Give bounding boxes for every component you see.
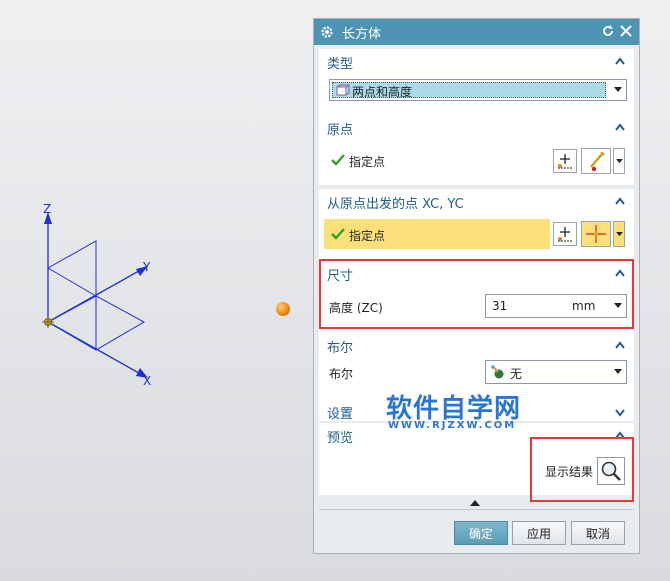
boolean-dropdown[interactable]: 无 [485,360,627,384]
section-title: 类型 [327,56,354,72]
axis-label-y: Y [142,260,151,274]
block-type-icon [336,84,350,96]
chevron-down-icon [614,87,622,92]
point-dialog-button[interactable] [553,222,577,246]
chevron-down-icon [616,159,623,164]
settings-gear-icon[interactable] [320,25,334,39]
dialog-titlebar[interactable]: 长方体 [314,19,639,45]
section-title: 原点 [327,122,354,138]
boolean-value: 无 [510,367,523,381]
point-dialog-button[interactable] [553,149,577,173]
point-type-dropdown[interactable] [613,221,625,247]
section-title: 预览 [327,430,354,446]
boolean-section-header[interactable]: 布尔 [319,333,634,359]
ok-button[interactable]: 确定 [454,521,508,545]
type-dropdown[interactable]: 两点和高度 [329,79,627,101]
collapse-chevron-icon[interactable] [614,122,626,134]
axis-label-x: X [143,374,151,388]
from-origin-point-label: 指定点 [349,229,386,243]
chevron-down-icon [616,232,623,237]
point-marker[interactable] [276,302,290,316]
watermark-url: WWW.RJZXW.COM [388,420,517,431]
axis-label-z: Z [43,202,51,216]
origin-section-header[interactable]: 原点 [319,115,634,141]
close-icon[interactable] [619,24,633,38]
annotation-box-dimension [319,259,634,329]
cancel-button[interactable]: 取消 [571,521,625,545]
collapse-chevron-icon[interactable] [614,340,626,352]
section-title: 从原点出发的点 XC, YC [327,196,464,212]
type-section-header[interactable]: 类型 [319,49,634,75]
collapse-dialog-icon[interactable] [470,500,480,507]
collapse-chevron-icon[interactable] [614,56,626,68]
snap-wand-icon [590,151,605,172]
annotation-box-show-result [530,437,634,502]
expand-chevron-icon[interactable] [614,406,626,418]
divider [319,509,634,510]
type-section: 类型 两点和高度 [319,49,634,125]
checkmark-icon [331,154,345,166]
crosshair-point-icon [586,225,606,243]
collapse-chevron-icon[interactable] [614,196,626,208]
chevron-down-icon [614,369,622,374]
apply-button[interactable]: 应用 [512,521,566,545]
graphics-viewport[interactable]: Z Y X [0,0,310,581]
point-dialog-icon [558,154,572,169]
from-origin-section-header[interactable]: 从原点出发的点 XC, YC [319,189,634,215]
section-title: 设置 [327,406,354,422]
boolean-none-icon [491,365,504,379]
type-value: 两点和高度 [352,85,413,99]
checkmark-icon [331,228,345,240]
dialog-title: 长方体 [342,26,382,42]
origin-point-label: 指定点 [349,155,386,169]
point-type-dropdown[interactable] [613,148,625,174]
inferred-point-button[interactable] [581,148,611,174]
boolean-label: 布尔 [329,367,354,381]
origin-section: 原点 指定点 [319,115,634,185]
reset-icon[interactable] [601,24,615,38]
from-origin-section: 从原点出发的点 XC, YC 指定点 [319,189,634,267]
section-title: 布尔 [327,340,354,356]
wcs-axes: Z Y X [42,202,151,388]
point-dialog-icon [558,227,572,242]
snap-point-button[interactable] [581,221,611,247]
